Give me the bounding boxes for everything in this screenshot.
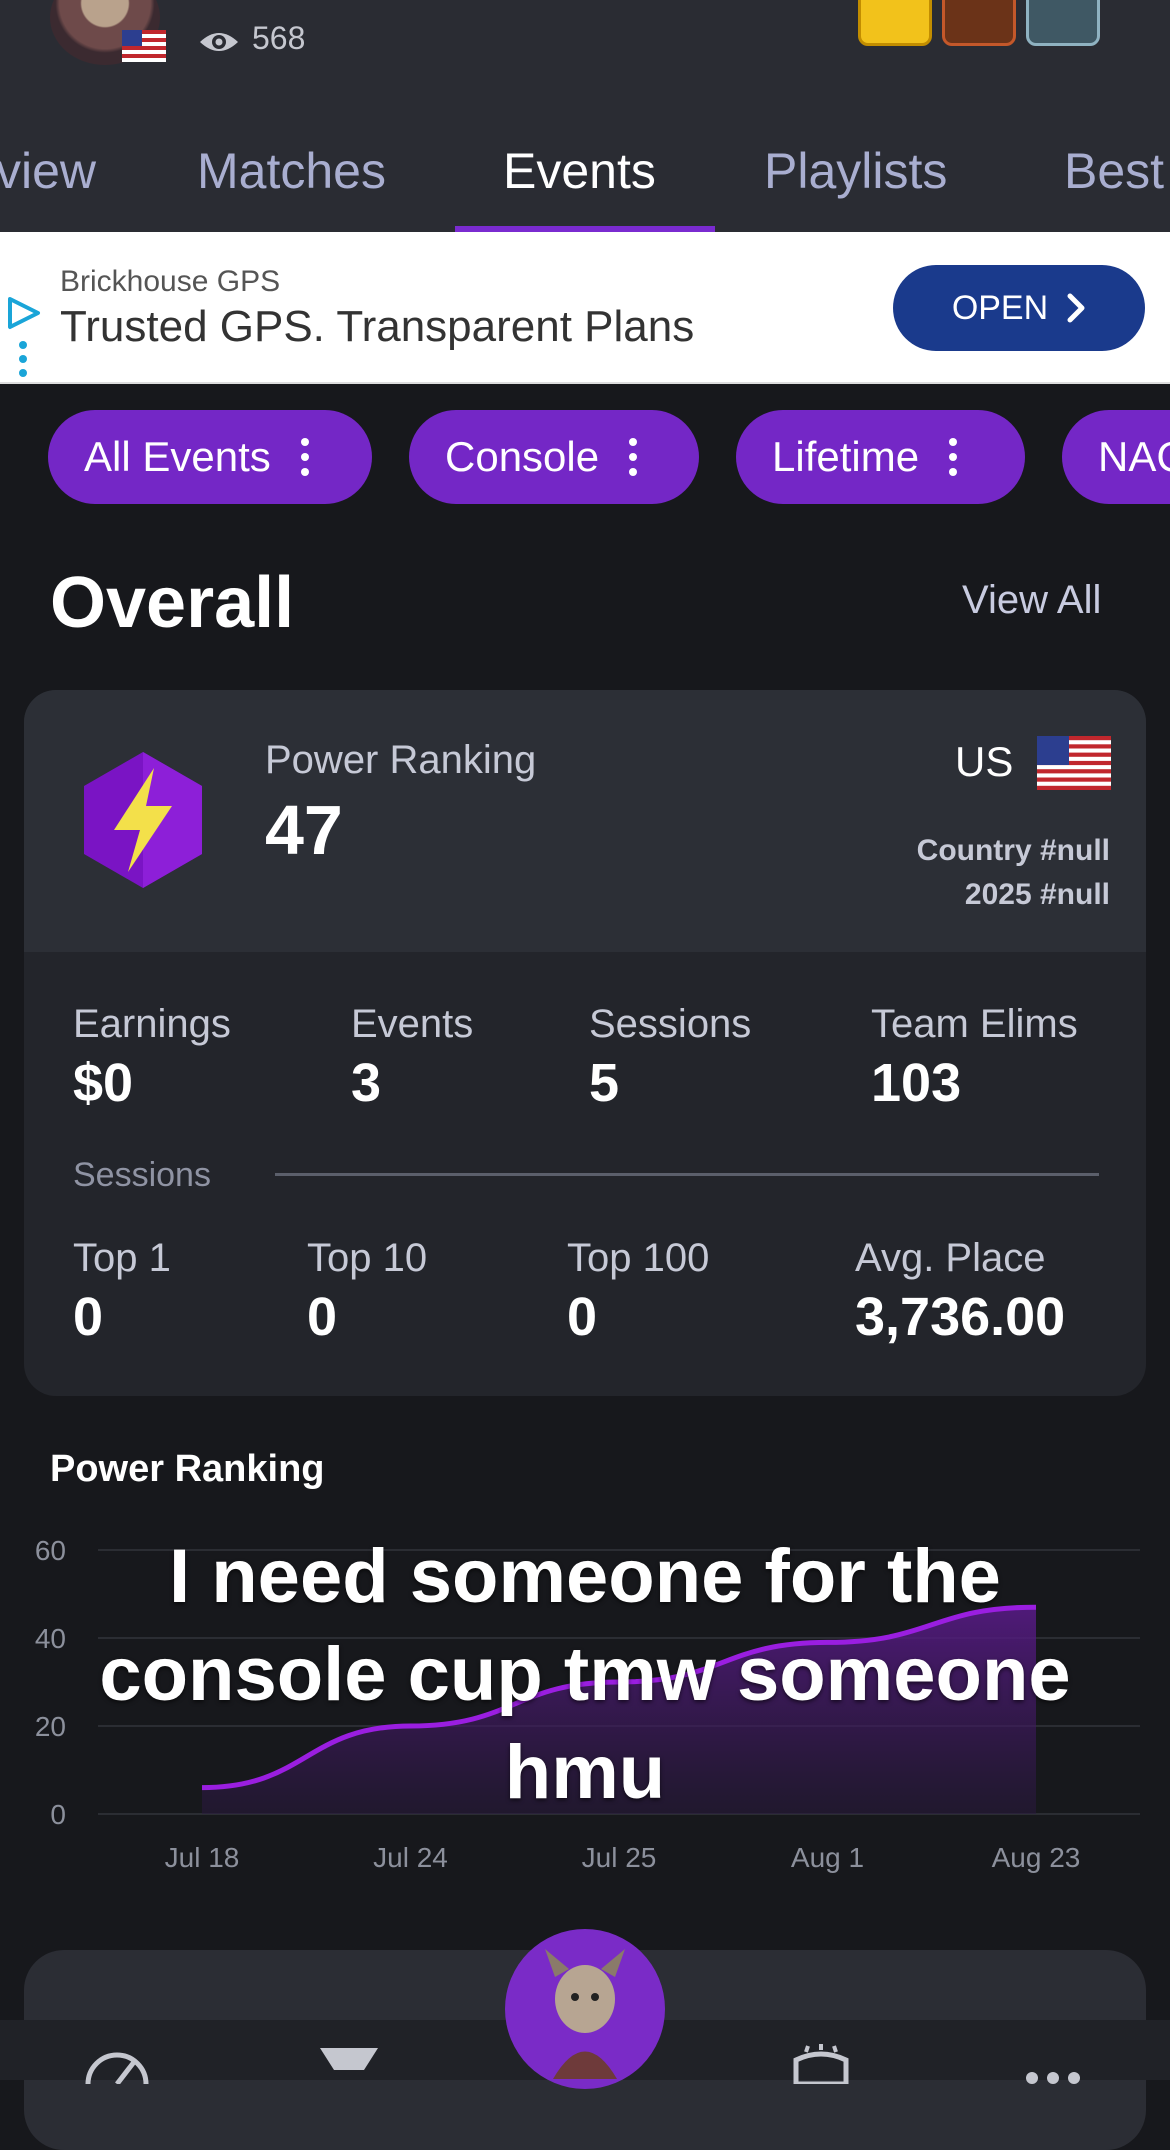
avg-place-value: 3,736.00 — [855, 1287, 1066, 1347]
tab-playlists[interactable]: Playlists — [764, 142, 947, 200]
ad-open-button[interactable]: OPEN — [893, 265, 1145, 351]
sessions-label: Sessions — [589, 1002, 752, 1046]
filter-region[interactable]: NAC — [1062, 410, 1170, 504]
filter-label: Lifetime — [772, 433, 920, 480]
year-rank: 2025 #null — [964, 878, 1110, 911]
flag-icon — [1037, 736, 1111, 790]
x-tick-label: Jul 25 — [582, 1842, 657, 1873]
sessions-value: 5 — [589, 1053, 620, 1113]
filter-label: Console — [445, 433, 600, 480]
avg-place-label: Avg. Place — [855, 1236, 1046, 1280]
fire-badge-icon[interactable] — [942, 0, 1016, 46]
filter-label: NAC — [1098, 433, 1170, 480]
diamond-badge-icon[interactable] — [858, 0, 932, 46]
earnings-label: Earnings — [73, 1002, 231, 1046]
profile-avatar-nav[interactable] — [505, 1929, 665, 2089]
country-code: US — [955, 738, 1014, 785]
ad-open-label: OPEN — [951, 288, 1049, 327]
filter-label: All Events — [84, 433, 271, 480]
power-ranking-label: Power Ranking — [265, 738, 537, 782]
events-label: Events — [351, 1002, 474, 1046]
filter-platform[interactable]: Console — [409, 410, 699, 504]
profile-tabs: view Matches Events Playlists Best — [0, 130, 1170, 232]
country-rank: Country #null — [916, 834, 1110, 867]
avatar-character-icon — [545, 1949, 625, 2079]
flag-icon — [122, 30, 166, 62]
sessions-divider-label: Sessions — [73, 1156, 211, 1194]
top10-value: 0 — [307, 1287, 338, 1347]
open-chevron-icon — [1067, 293, 1085, 323]
tab-events[interactable]: Events — [503, 142, 656, 200]
helmet-badge-icon[interactable] — [1026, 0, 1100, 46]
tab-overview[interactable]: view — [0, 142, 96, 200]
top100-label: Top 100 — [567, 1236, 710, 1280]
divider — [275, 1173, 1099, 1176]
view-all-link[interactable]: View All — [962, 578, 1101, 623]
story-caption: I need someone for the console cup tmw s… — [99, 1534, 1071, 1815]
top1-value: 0 — [73, 1287, 104, 1347]
filter-all-events[interactable]: All Events — [48, 410, 372, 504]
kebab-icon — [629, 438, 638, 476]
ellipsis-icon[interactable] — [1018, 2044, 1088, 2084]
x-tick-label: Aug 23 — [992, 1842, 1081, 1873]
kebab-icon — [300, 438, 309, 476]
eye-icon — [200, 33, 238, 51]
power-ranking-value: 47 — [265, 791, 343, 869]
filter-timeframe[interactable]: Lifetime — [736, 410, 1025, 504]
top100-value: 0 — [567, 1287, 598, 1347]
kebab-icon — [949, 438, 958, 476]
lightning-hexagon-icon — [84, 752, 202, 888]
x-tick-label: Aug 1 — [791, 1842, 864, 1873]
team-elims-value: 103 — [871, 1053, 962, 1113]
ad-menu-icon[interactable] — [18, 340, 28, 378]
tab-best[interactable]: Best — [1064, 142, 1164, 200]
top1-label: Top 1 — [73, 1236, 171, 1280]
team-elims-label: Team Elims — [871, 1002, 1078, 1046]
tab-matches[interactable]: Matches — [197, 142, 386, 200]
chart-title: Power Ranking — [50, 1448, 325, 1490]
speedometer-icon[interactable] — [82, 2044, 152, 2084]
earnings-value: $0 — [73, 1053, 134, 1113]
section-title: Overall — [50, 563, 295, 643]
ad-source: Brickhouse GPS — [60, 265, 281, 298]
arena-icon[interactable] — [786, 2044, 856, 2084]
view-count: 568 — [252, 20, 306, 56]
trophy-icon[interactable] — [314, 2044, 384, 2084]
events-value: 3 — [351, 1053, 382, 1113]
x-tick-label: Jul 18 — [165, 1842, 240, 1873]
x-tick-label: Jul 24 — [373, 1842, 448, 1873]
ad-choices-icon[interactable] — [6, 295, 44, 331]
top10-label: Top 10 — [307, 1236, 428, 1280]
ad-title[interactable]: Trusted GPS. Transparent Plans — [60, 302, 694, 352]
